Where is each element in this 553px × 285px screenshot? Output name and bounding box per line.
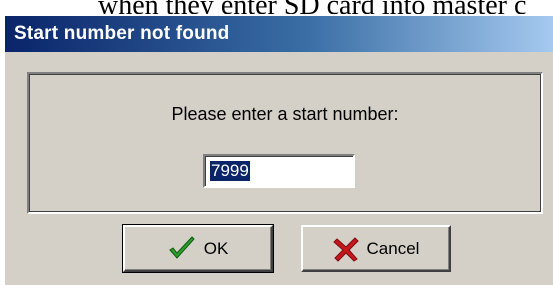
prompt-group-box: Please enter a start number: 7999 bbox=[27, 72, 543, 214]
title-bar[interactable]: Start number not found bbox=[5, 16, 553, 52]
cancel-button[interactable]: Cancel bbox=[301, 225, 451, 272]
start-number-prompt: Please enter a start number: bbox=[171, 104, 399, 124]
dialog-title: Start number not found bbox=[14, 23, 230, 44]
start-number-input[interactable]: 7999 bbox=[203, 154, 355, 188]
ok-button[interactable]: OK bbox=[122, 224, 274, 273]
ok-button-label: OK bbox=[203, 238, 229, 258]
x-icon bbox=[332, 236, 359, 262]
check-icon bbox=[168, 235, 196, 262]
start-number-value: 7999 bbox=[210, 161, 250, 181]
cancel-button-label: Cancel bbox=[366, 238, 420, 258]
start-number-dialog: Start number not found Please enter a st… bbox=[3, 14, 553, 285]
screenshot: when they enter SD card into master c St… bbox=[0, 0, 553, 285]
